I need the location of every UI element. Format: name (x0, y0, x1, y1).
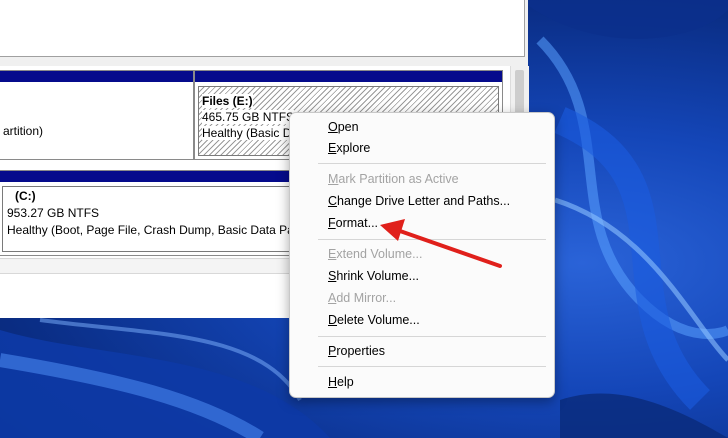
menu-item-label: hange Drive Letter and Paths... (337, 194, 511, 208)
menu-item-extend-volume: Extend Volume... (328, 244, 423, 264)
menu-item-delete-volume[interactable]: Delete Volume... (328, 310, 420, 330)
partition-name: Files (E:) (202, 94, 253, 108)
menu-item-label: ark Partition as Active (338, 172, 459, 186)
menu-item-accel: M (328, 172, 339, 186)
menu-item-help[interactable]: Help (328, 372, 354, 392)
menu-item-accel: D (328, 313, 338, 327)
volume-list-pane[interactable] (0, 0, 525, 57)
menu-item-label: xplore (336, 141, 371, 155)
menu-item-accel: O (328, 120, 338, 134)
menu-separator (318, 163, 546, 164)
partition-header-bar (0, 71, 193, 82)
menu-item-label: hrink Volume... (336, 269, 420, 283)
menu-item-accel: F (328, 216, 336, 230)
partition-left[interactable]: artition) (0, 70, 194, 160)
menu-separator (318, 336, 546, 337)
menu-item-label: pen (337, 120, 359, 134)
menu-item-accel: C (328, 194, 338, 208)
menu-item-format[interactable]: Format... (328, 213, 378, 233)
menu-item-change-drive-letter[interactable]: Change Drive Letter and Paths... (328, 191, 510, 211)
menu-item-label: elp (337, 375, 354, 389)
partition-status: Healthy (Boot, Page File, Crash Dump, Ba… (7, 223, 302, 237)
partition-status: artition) (3, 124, 44, 138)
menu-item-mark-partition-active: Mark Partition as Active (328, 169, 459, 189)
menu-item-open[interactable]: Open (328, 117, 359, 137)
partition-size: 465.75 GB NTFS (202, 110, 295, 124)
menu-separator (318, 239, 546, 240)
partition-header-bar (195, 71, 502, 82)
partition-size: 953.27 GB NTFS (7, 206, 100, 220)
menu-item-label: xtend Volume... (336, 247, 423, 261)
menu-item-label: dd Mirror... (336, 291, 397, 305)
partition-status: Healthy (Basic Da (202, 126, 299, 140)
menu-item-explore[interactable]: Explore (328, 138, 370, 158)
menu-item-label: elete Volume... (337, 313, 420, 327)
context-menu: Open Explore Mark Partition as Active Ch… (289, 112, 555, 398)
menu-item-add-mirror: Add Mirror... (328, 288, 396, 308)
menu-separator (318, 366, 546, 367)
menu-item-shrink-volume[interactable]: Shrink Volume... (328, 266, 419, 286)
menu-item-label: ormat... (335, 216, 379, 230)
partition-name: (C:) (15, 189, 36, 203)
menu-item-properties[interactable]: Properties (328, 341, 385, 361)
menu-item-accel: H (328, 375, 338, 389)
menu-item-label: roperties (336, 344, 385, 358)
